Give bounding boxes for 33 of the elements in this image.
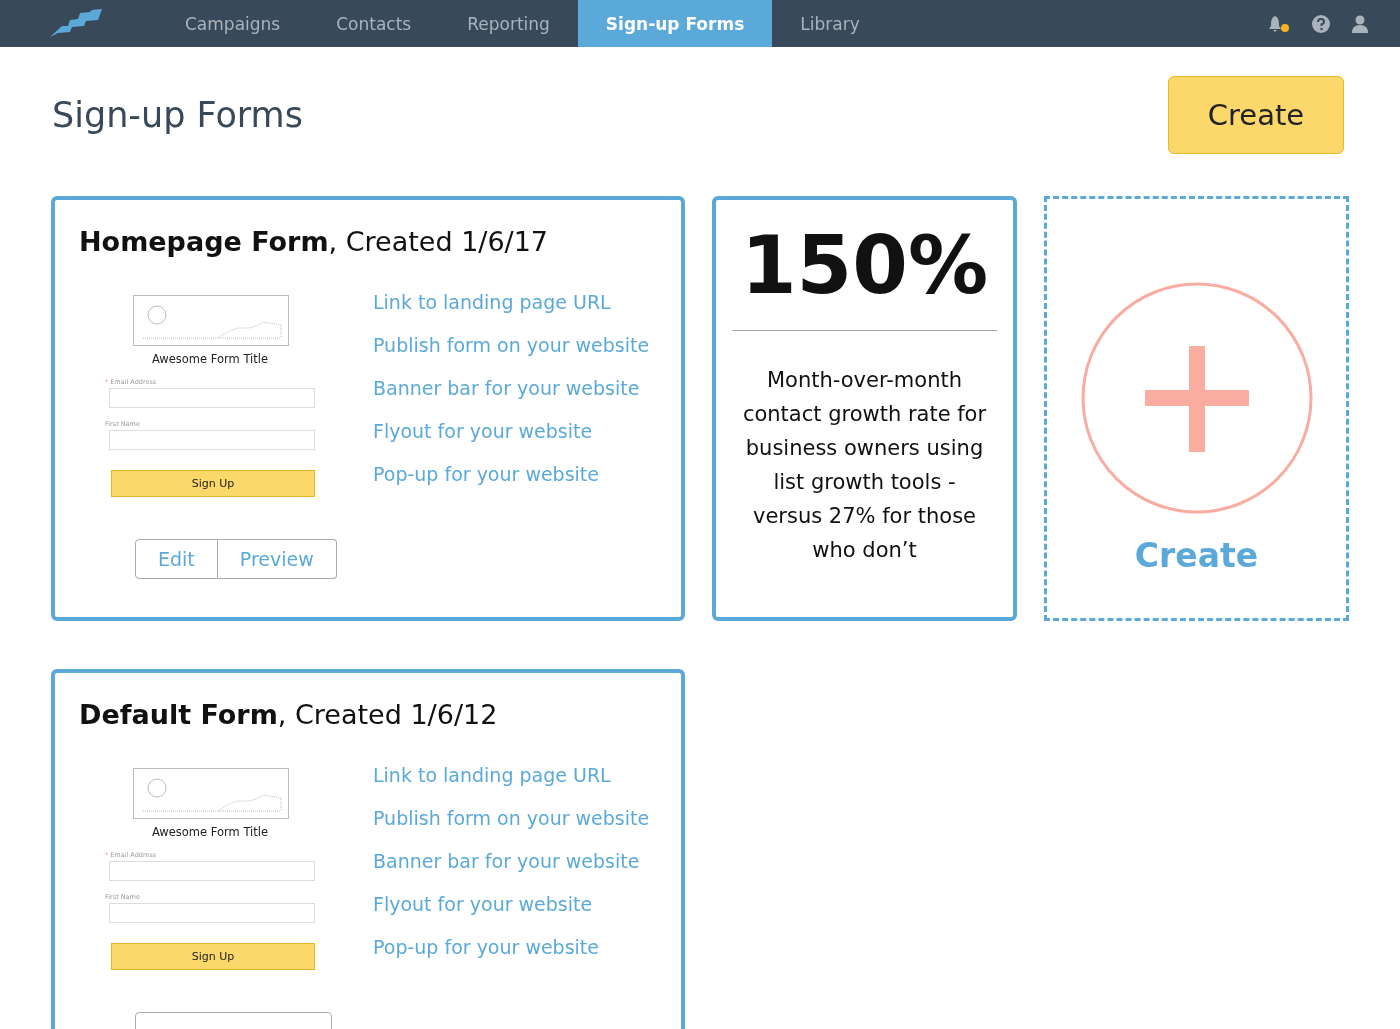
edit-button[interactable]: Edit	[135, 539, 218, 579]
nav-tab[interactable]: Sign-up Forms	[577, 0, 773, 47]
link[interactable]: Link to landing page URL	[373, 764, 650, 786]
link[interactable]: Flyout for your website	[373, 893, 650, 915]
page-title: Sign-up Forms	[52, 95, 303, 135]
create-button[interactable]: Create	[1168, 76, 1344, 154]
form-preview-title: Awesome Form Title	[150, 825, 270, 839]
stat-value: 150%	[732, 226, 997, 331]
help-icon[interactable]	[1312, 14, 1330, 33]
form-title: Homepage Form, Created 1/6/17	[79, 226, 550, 257]
link[interactable]: Pop-up for your website	[373, 463, 650, 485]
link[interactable]: Flyout for your website	[373, 420, 650, 442]
sign-up-button[interactable]: Sign Up	[111, 943, 315, 970]
link[interactable]: Link to landing page URL	[373, 291, 650, 313]
sign-up-button[interactable]: Sign Up	[111, 470, 315, 497]
link[interactable]: Banner bar for your website	[373, 377, 650, 399]
link[interactable]: Publish form on your website	[373, 334, 650, 356]
form-title: Default Form, Created 1/6/12	[79, 699, 499, 730]
nav-tab[interactable]: Campaigns	[157, 0, 309, 47]
create-card[interactable]: Create	[1044, 196, 1349, 621]
preview-button[interactable]: Preview	[217, 539, 337, 579]
link[interactable]: Pop-up for your website	[373, 936, 650, 958]
nav-tab[interactable]: Contacts	[308, 0, 440, 47]
nav-tab[interactable]: Reporting	[439, 0, 578, 47]
create-label: Create	[1134, 536, 1259, 575]
bell-icon[interactable]	[1268, 14, 1290, 33]
link[interactable]: Publish form on your website	[373, 807, 650, 829]
nav-tab[interactable]: Library	[772, 0, 888, 47]
plus-icon	[1080, 282, 1313, 514]
user-icon[interactable]	[1352, 14, 1368, 33]
stat-description: Month-over-month contact growth rate for business owners using list growth tools - versus 27% for those who don’t	[741, 367, 988, 564]
link[interactable]: Banner bar for your website	[373, 850, 650, 872]
form-preview-title: Awesome Form Title	[150, 352, 270, 366]
